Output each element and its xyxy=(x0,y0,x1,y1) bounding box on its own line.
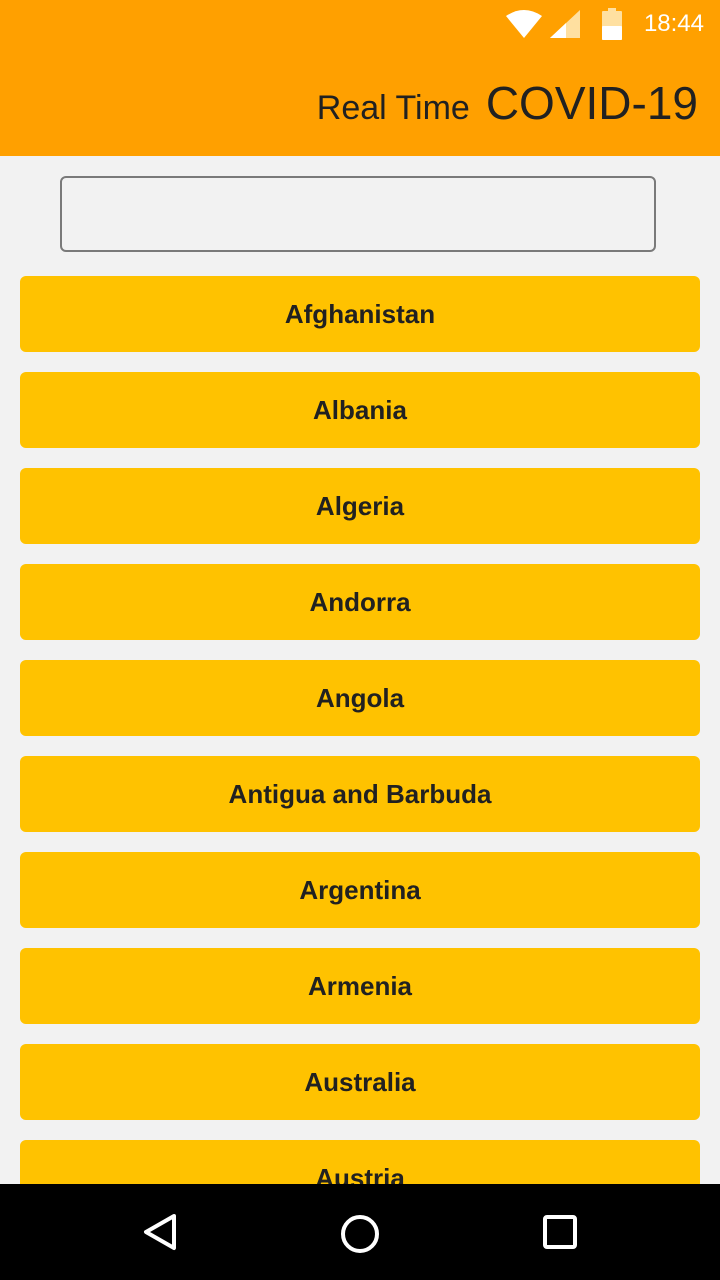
country-button-algeria[interactable]: Algeria xyxy=(20,468,700,544)
search-input[interactable] xyxy=(60,176,656,252)
country-button-armenia[interactable]: Armenia xyxy=(20,948,700,1024)
app-title: Real Time COVID-19 xyxy=(317,76,698,136)
country-button-angola[interactable]: Angola xyxy=(20,660,700,736)
wifi-icon xyxy=(506,10,542,38)
cell-signal-icon xyxy=(550,10,580,38)
back-icon[interactable] xyxy=(140,1212,180,1252)
app-bar: 18:44 Real Time COVID-19 xyxy=(0,0,720,156)
country-button-argentina[interactable]: Argentina xyxy=(20,852,700,928)
battery-icon xyxy=(602,8,622,40)
home-icon[interactable] xyxy=(338,1212,382,1256)
country-button-antigua-and-barbuda[interactable]: Antigua and Barbuda xyxy=(20,756,700,832)
status-bar: 18:44 xyxy=(0,0,720,48)
country-button-austria[interactable]: Austria xyxy=(20,1140,700,1184)
country-button-australia[interactable]: Australia xyxy=(20,1044,700,1120)
title-real-time: Real Time xyxy=(316,89,470,127)
navigation-bar xyxy=(0,1184,720,1280)
status-time: 18:44 xyxy=(643,10,704,37)
country-button-albania[interactable]: Albania xyxy=(20,372,700,448)
recent-apps-icon[interactable] xyxy=(540,1212,580,1252)
country-button-andorra[interactable]: Andorra xyxy=(20,564,700,640)
title-covid: COVID-19 xyxy=(485,77,698,129)
country-list[interactable]: Afghanistan Albania Algeria Andorra Ango… xyxy=(20,276,700,1184)
country-button-afghanistan[interactable]: Afghanistan xyxy=(20,276,700,352)
